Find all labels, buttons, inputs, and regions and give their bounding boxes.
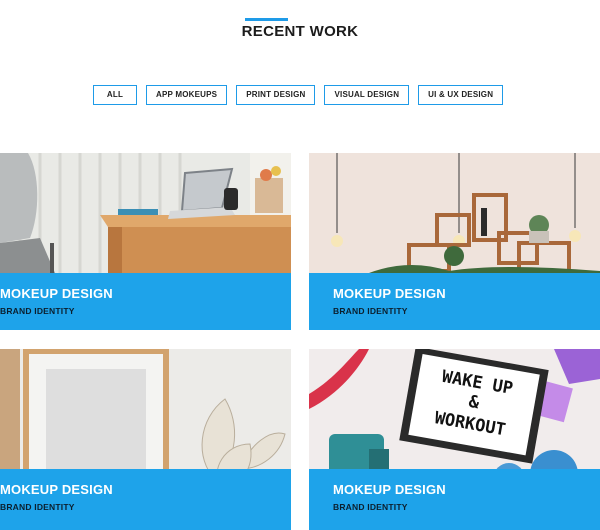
card-caption-overlay: MOKEUP DESIGN BRAND IDENTITY bbox=[0, 469, 291, 530]
filter-app-mokeups-button[interactable]: APP MOKEUPS bbox=[146, 85, 228, 105]
card-caption-overlay: MOKEUP DESIGN BRAND IDENTITY bbox=[0, 273, 291, 330]
card-caption-overlay: MOKEUP DESIGN BRAND IDENTITY bbox=[309, 469, 600, 530]
card-title: MOKEUP DESIGN bbox=[333, 286, 446, 301]
section-title: RECENT WORK bbox=[241, 23, 359, 40]
card-caption-overlay: MOKEUP DESIGN BRAND IDENTITY bbox=[309, 273, 600, 330]
filter-all-button[interactable]: ALL bbox=[93, 85, 137, 105]
card-subtitle: BRAND IDENTITY bbox=[333, 502, 408, 512]
portfolio-card-1[interactable]: MOKEUP DESIGN BRAND IDENTITY bbox=[0, 153, 291, 330]
portfolio-card-4[interactable]: WAKE UP & WORKOUT MOKEUP DESIGN BRAND ID… bbox=[309, 349, 600, 530]
filter-print-design-button[interactable]: PRINT DESIGN bbox=[236, 85, 316, 105]
card-subtitle: BRAND IDENTITY bbox=[0, 502, 75, 512]
section-title-accent-bar bbox=[245, 18, 288, 21]
card-title: MOKEUP DESIGN bbox=[333, 482, 446, 497]
card-title: MOKEUP DESIGN bbox=[0, 286, 113, 301]
card-subtitle: BRAND IDENTITY bbox=[333, 306, 408, 316]
filter-visual-design-button[interactable]: VISUAL DESIGN bbox=[324, 85, 410, 105]
portfolio-card-3[interactable]: MOKEUP DESIGN BRAND IDENTITY bbox=[0, 349, 291, 530]
portfolio-card-2[interactable]: MOKEUP DESIGN BRAND IDENTITY bbox=[309, 153, 600, 330]
filter-ui-ux-design-button[interactable]: UI & UX DESIGN bbox=[418, 85, 504, 105]
filter-bar: ALL APP MOKEUPS PRINT DESIGN VISUAL DESI… bbox=[93, 85, 504, 105]
card-title: MOKEUP DESIGN bbox=[0, 482, 113, 497]
card-subtitle: BRAND IDENTITY bbox=[0, 306, 75, 316]
